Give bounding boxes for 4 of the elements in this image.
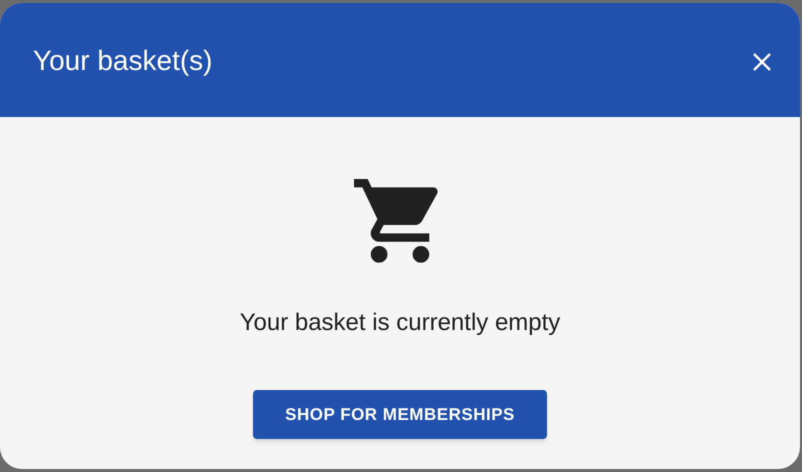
empty-basket-message: Your basket is currently empty: [240, 308, 560, 338]
dialog-title: Your basket(s): [33, 46, 212, 74]
close-icon[interactable]: [752, 52, 772, 72]
shop-for-memberships-button[interactable]: SHOP FOR MEMBERSHIPS: [253, 390, 547, 439]
